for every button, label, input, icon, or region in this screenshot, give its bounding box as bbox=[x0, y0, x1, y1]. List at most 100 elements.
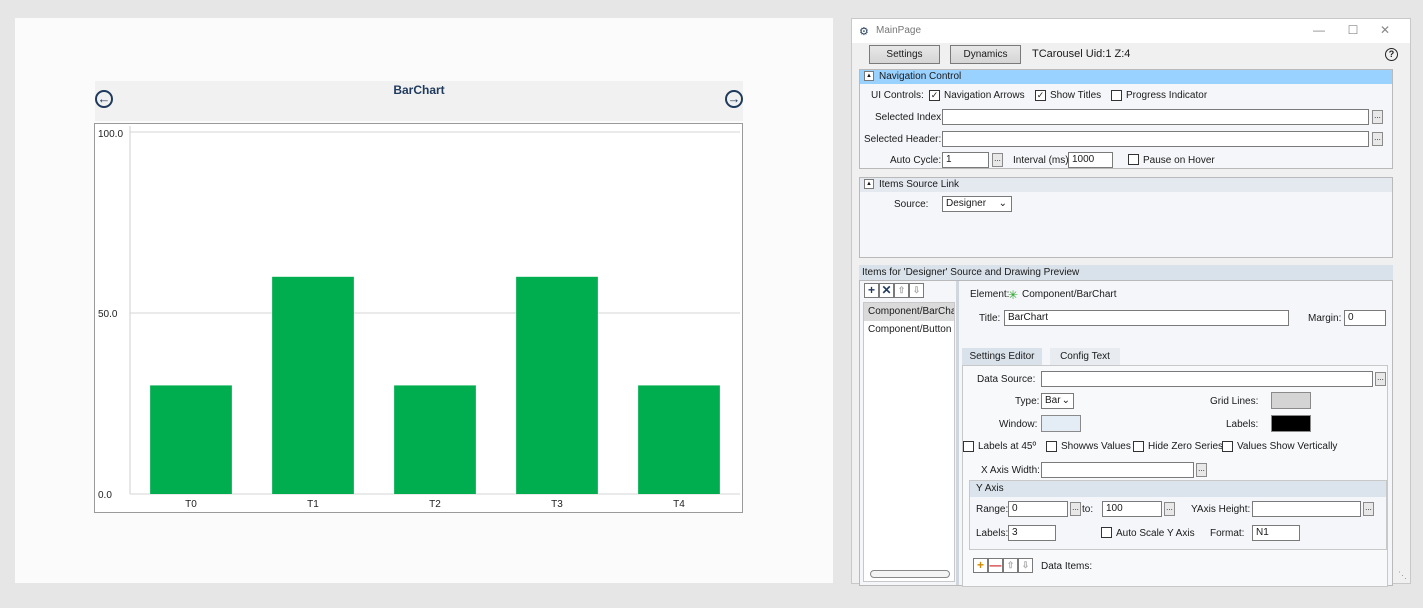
source-select[interactable]: Designer ⌄ bbox=[942, 196, 1012, 212]
collapse-icon[interactable]: ▲ bbox=[864, 179, 874, 190]
range-from-input[interactable]: 0 bbox=[1008, 501, 1068, 517]
navigation-control-header[interactable]: ▲ Navigation Control bbox=[860, 70, 1392, 84]
list-item[interactable]: Component/Button bbox=[864, 321, 954, 339]
selected-header-label: Selected Header: bbox=[864, 134, 942, 145]
values-show-vertically-checkbox[interactable] bbox=[1222, 441, 1233, 452]
bar-chart-svg: 0.0 50.0 100.0 T0 T1 T2 T3 T4 bbox=[98, 126, 740, 510]
tab-config-text[interactable]: Config Text bbox=[1050, 348, 1120, 365]
move-down-data-item-button[interactable]: ⇩ bbox=[1018, 558, 1033, 573]
data-source-input[interactable] bbox=[1041, 371, 1373, 387]
maximize-button[interactable]: ☐ bbox=[1338, 23, 1368, 37]
labels-color-swatch[interactable] bbox=[1271, 415, 1311, 432]
chevron-down-icon: ⌄ bbox=[998, 198, 1007, 209]
values-show-vertically-label: Values Show Vertically bbox=[1237, 441, 1338, 452]
data-source-ellipsis-button[interactable]: ... bbox=[1375, 372, 1386, 386]
items-panel: + ✕ ⇧ ⇩ Component/BarChart Component/Button… bbox=[859, 280, 1393, 587]
selected-header-ellipsis-button[interactable]: ... bbox=[1372, 132, 1383, 146]
auto-scale-y-axis-checkbox[interactable] bbox=[1101, 527, 1112, 538]
yaxis-height-input[interactable] bbox=[1252, 501, 1361, 517]
minimize-button[interactable]: — bbox=[1304, 23, 1334, 37]
navigation-control-title: Navigation Control bbox=[879, 71, 962, 82]
dynamics-button[interactable]: Dynamics bbox=[950, 45, 1021, 64]
pause-on-hover-label: Pause on Hover bbox=[1143, 155, 1215, 166]
list-item[interactable]: Component/BarChart bbox=[864, 303, 954, 321]
x-tick-label: T2 bbox=[429, 499, 441, 510]
range-to-label: to: bbox=[1082, 504, 1094, 515]
show-values-label: Showws Values bbox=[1061, 441, 1131, 452]
show-values-checkbox[interactable] bbox=[1046, 441, 1057, 452]
format-input[interactable]: N1 bbox=[1252, 525, 1300, 541]
component-star-icon: ✳ bbox=[1008, 288, 1019, 302]
x-axis-width-ellipsis-button[interactable]: ... bbox=[1196, 463, 1207, 477]
add-data-item-button[interactable]: + bbox=[973, 558, 988, 573]
data-items-toolbar: + — ⇧ ⇩ bbox=[973, 558, 1033, 573]
source-label: Source: bbox=[894, 199, 929, 210]
show-titles-checkbox[interactable]: ✓ bbox=[1035, 90, 1046, 101]
y-axis-header: Y Axis bbox=[970, 481, 1386, 497]
circle-arrow-right-icon[interactable]: → bbox=[725, 90, 743, 108]
bar bbox=[516, 276, 598, 494]
margin-input[interactable]: 0 bbox=[1344, 310, 1386, 326]
selected-header-input[interactable] bbox=[942, 131, 1369, 147]
type-label: Type: bbox=[1015, 396, 1040, 407]
bar bbox=[638, 385, 720, 494]
collapse-icon[interactable]: ▲ bbox=[864, 71, 874, 82]
data-items-label: Data Items: bbox=[1041, 561, 1093, 572]
move-up-data-item-button[interactable]: ⇧ bbox=[1003, 558, 1018, 573]
hide-zero-series-checkbox[interactable] bbox=[1133, 441, 1144, 452]
auto-cycle-input[interactable]: 1 bbox=[942, 152, 989, 168]
range-to-input[interactable]: 100 bbox=[1102, 501, 1162, 517]
tab-settings-editor[interactable]: Settings Editor bbox=[962, 348, 1042, 365]
help-icon[interactable]: ? bbox=[1385, 48, 1398, 61]
window-color-swatch[interactable] bbox=[1041, 415, 1081, 432]
grid-lines-color-swatch[interactable] bbox=[1271, 392, 1311, 409]
interval-label: Interval (ms) bbox=[1013, 155, 1069, 166]
delete-item-button[interactable]: ✕ bbox=[879, 283, 894, 298]
auto-cycle-ellipsis-button[interactable]: ... bbox=[992, 153, 1003, 167]
selected-index-label: Selected Index: bbox=[875, 112, 944, 123]
x-axis-width-input[interactable] bbox=[1041, 462, 1194, 478]
horizontal-scrollbar[interactable] bbox=[870, 570, 950, 578]
auto-scale-y-axis-label: Auto Scale Y Axis bbox=[1116, 528, 1195, 539]
add-item-button[interactable]: + bbox=[864, 283, 879, 298]
move-down-button[interactable]: ⇩ bbox=[909, 283, 924, 298]
range-label: Range: bbox=[976, 504, 1009, 515]
selected-index-input[interactable] bbox=[942, 109, 1369, 125]
type-select[interactable]: Bar ⌄ bbox=[1041, 393, 1074, 409]
settings-button[interactable]: Settings bbox=[869, 45, 940, 64]
y-labels-input[interactable]: 3 bbox=[1008, 525, 1056, 541]
yaxis-height-ellipsis-button[interactable]: ... bbox=[1363, 502, 1374, 516]
x-axis-width-label: X Axis Width: bbox=[981, 465, 1040, 476]
close-button[interactable]: ✕ bbox=[1370, 23, 1400, 37]
title-input[interactable]: BarChart bbox=[1004, 310, 1289, 326]
items-source-title: Items Source Link bbox=[879, 179, 960, 190]
selected-index-ellipsis-button[interactable]: ... bbox=[1372, 110, 1383, 124]
title-label: Title: bbox=[979, 313, 1001, 324]
x-tick-label: T3 bbox=[551, 499, 563, 510]
labels-at-45-checkbox[interactable] bbox=[963, 441, 974, 452]
move-up-button[interactable]: ⇧ bbox=[894, 283, 909, 298]
navigation-arrows-checkbox[interactable]: ✓ bbox=[929, 90, 940, 101]
grid-lines-label: Grid Lines: bbox=[1210, 396, 1259, 407]
settings-editor-panel: Data Source: ... Type: Bar ⌄ Grid Lines:… bbox=[962, 365, 1388, 587]
window-title: MainPage bbox=[876, 25, 922, 36]
panel-splitter[interactable] bbox=[956, 281, 959, 585]
interval-input[interactable]: 1000 bbox=[1068, 152, 1113, 168]
progress-indicator-checkbox[interactable] bbox=[1111, 90, 1122, 101]
source-select-value: Designer bbox=[946, 198, 987, 209]
hide-zero-series-label: Hide Zero Series bbox=[1148, 441, 1224, 452]
pause-on-hover-checkbox[interactable] bbox=[1128, 154, 1139, 165]
remove-data-item-button[interactable]: — bbox=[988, 558, 1003, 573]
range-to-ellipsis-button[interactable]: ... bbox=[1164, 502, 1175, 516]
list-toolbar: + ✕ ⇧ ⇩ bbox=[864, 283, 924, 299]
items-source-section: ▲ Items Source Link Source: Designer ⌄ bbox=[859, 177, 1393, 258]
carousel-title: BarChart bbox=[393, 83, 445, 97]
y-axis-section: Y Axis Range: 0 ... to: 100 ... YAxis He… bbox=[969, 480, 1387, 550]
element-label: Element: bbox=[970, 289, 1010, 300]
navigation-arrows-label: Navigation Arrows bbox=[944, 90, 1025, 101]
range-from-ellipsis-button[interactable]: ... bbox=[1070, 502, 1081, 516]
data-source-label: Data Source: bbox=[977, 374, 1036, 385]
items-source-header[interactable]: ▲ Items Source Link bbox=[860, 178, 1392, 192]
type-select-value: Bar bbox=[1045, 395, 1061, 406]
resize-grip-icon[interactable]: ⋱ bbox=[1398, 571, 1408, 581]
